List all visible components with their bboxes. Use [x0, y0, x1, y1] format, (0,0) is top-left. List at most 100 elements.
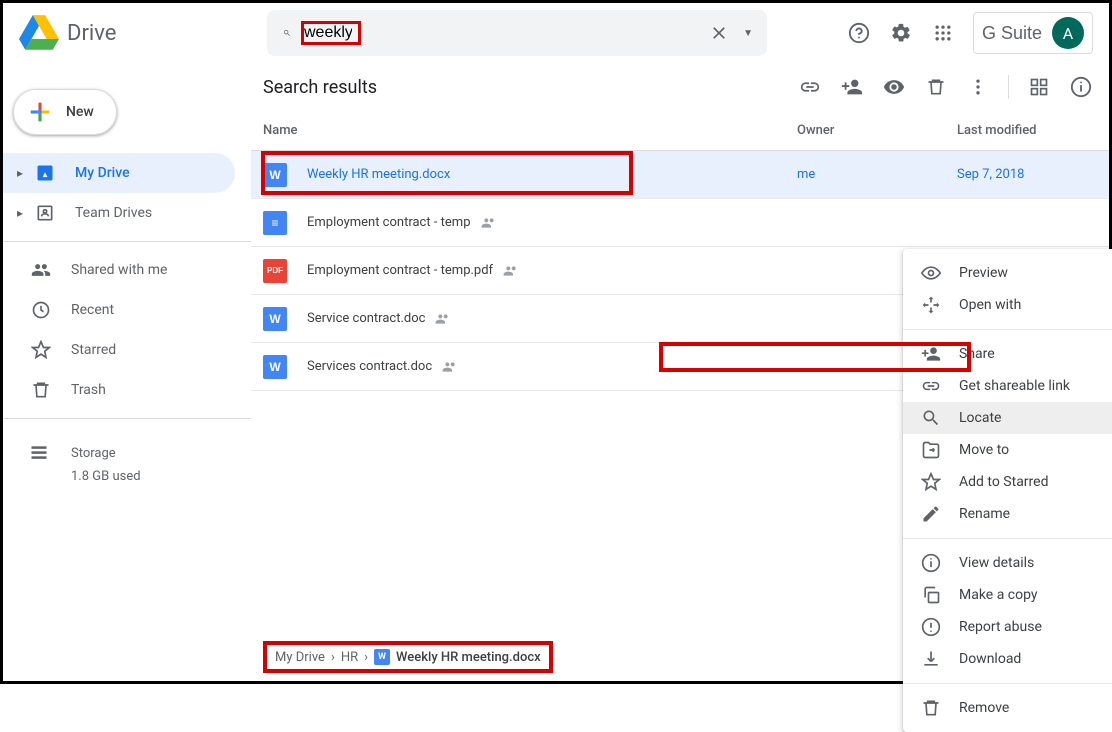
open-with-icon — [919, 295, 943, 315]
apps-icon[interactable] — [931, 21, 955, 45]
get-link-icon[interactable] — [798, 75, 822, 99]
shared-icon — [442, 359, 458, 375]
gsuite-badge[interactable]: G Suite A — [973, 12, 1093, 54]
nav-label: Trash — [71, 382, 106, 398]
menu-report-abuse[interactable]: Report abuse — [903, 611, 1112, 643]
remove-icon[interactable] — [924, 75, 948, 99]
menu-open-with[interactable]: Open with› — [903, 289, 1112, 321]
trash-icon — [919, 698, 943, 718]
shared-icon — [503, 263, 519, 279]
menu-label: Preview — [959, 265, 1008, 281]
search-icon[interactable] — [275, 21, 299, 45]
sidebar-item-starred[interactable]: Starred — [3, 330, 235, 370]
share-icon[interactable] — [840, 75, 864, 99]
caret-icon: ▸ — [17, 166, 29, 180]
clear-search-icon[interactable] — [701, 15, 737, 51]
menu-divider — [903, 329, 1112, 330]
file-row[interactable]: WWeekly HR meeting.docxmeSep 7, 2018 — [251, 151, 1109, 199]
info-icon — [919, 553, 943, 573]
breadcrumb-seg-1[interactable]: HR — [341, 650, 358, 665]
chevron-right-icon: › — [331, 650, 335, 665]
storage-section[interactable]: Storage 1.8 GB used — [3, 427, 251, 484]
preview-icon[interactable] — [882, 75, 906, 99]
col-owner[interactable]: Owner — [797, 123, 957, 138]
header: Drive ▼ G Suite A — [3, 3, 1109, 63]
logo[interactable]: Drive — [19, 13, 267, 53]
nav-label: Team Drives — [75, 205, 152, 221]
view-grid-icon[interactable] — [1027, 75, 1051, 99]
menu-view-details[interactable]: View details — [903, 547, 1112, 579]
word-file-icon: W — [263, 163, 287, 187]
col-modified[interactable]: Last modified — [957, 123, 1097, 138]
menu-rename[interactable]: Rename — [903, 498, 1112, 530]
more-icon[interactable] — [966, 75, 990, 99]
menu-label: Rename — [959, 506, 1010, 522]
settings-icon[interactable] — [889, 21, 913, 45]
avatar[interactable]: A — [1052, 17, 1084, 49]
menu-locate[interactable]: Locate — [903, 402, 1112, 434]
menu-share[interactable]: Share — [903, 338, 1112, 370]
file-row[interactable]: ≡Employment contract - temp — [251, 199, 1109, 247]
details-icon[interactable] — [1069, 75, 1093, 99]
star-icon — [29, 340, 53, 360]
menu-label: Open with — [959, 297, 1021, 313]
pdf-file-icon: PDF — [263, 259, 287, 283]
star-icon — [919, 472, 943, 492]
nav-label: Recent — [71, 302, 114, 318]
menu-label: Make a copy — [959, 587, 1038, 603]
nav-label: My Drive — [75, 165, 130, 181]
shared-icon — [435, 311, 451, 327]
search-input[interactable] — [304, 24, 352, 42]
file-name: Employment contract - temp.pdf — [307, 263, 797, 279]
pencil-icon — [919, 504, 943, 524]
shared-icon — [481, 215, 497, 231]
storage-used: 1.8 GB used — [71, 469, 251, 484]
sidebar-item-shared-with-me[interactable]: Shared with me — [3, 250, 235, 290]
menu-get-shareable-link[interactable]: Get shareable link — [903, 370, 1112, 402]
clock-icon — [29, 300, 53, 320]
menu-label: Download — [959, 651, 1021, 667]
menu-add-to-starred[interactable]: Add to Starred — [903, 466, 1112, 498]
plus-icon — [26, 98, 54, 126]
search-options-icon[interactable]: ▼ — [737, 26, 759, 41]
app-name: Drive — [67, 21, 116, 46]
word-file-icon: W — [374, 649, 390, 665]
menu-label: View details — [959, 555, 1034, 571]
menu-move-to[interactable]: Move to — [903, 434, 1112, 466]
file-owner: me — [797, 167, 957, 182]
menu-divider — [903, 538, 1112, 539]
caret-icon: ▸ — [17, 206, 29, 220]
menu-remove[interactable]: Remove — [903, 692, 1112, 724]
sidebar: New ▸ My Drive ▸ Team Drives Shared with me R… — [3, 63, 251, 681]
move-icon — [919, 440, 943, 460]
menu-label: Share — [959, 346, 995, 362]
menu-label: Remove — [959, 700, 1009, 716]
sidebar-item-trash[interactable]: Trash — [3, 370, 235, 410]
report-icon — [919, 617, 943, 637]
download-icon — [919, 649, 943, 669]
doc-file-icon: ≡ — [263, 211, 287, 235]
header-actions: G Suite A — [847, 12, 1093, 54]
trash-icon — [29, 380, 53, 400]
storage-icon — [29, 443, 53, 463]
col-name[interactable]: Name — [263, 123, 797, 138]
new-button[interactable]: New — [13, 89, 117, 135]
storage-label: Storage — [71, 446, 116, 461]
breadcrumb-seg-0[interactable]: My Drive — [275, 650, 325, 665]
main: Search results Name Owner Last modified … — [251, 63, 1109, 681]
menu-make-a-copy[interactable]: Make a copy — [903, 579, 1112, 611]
context-menu: Preview Open with› Share Get shareable link… — [903, 249, 1112, 732]
new-label: New — [66, 104, 94, 120]
menu-preview[interactable]: Preview — [903, 257, 1112, 289]
menu-label: Add to Starred — [959, 474, 1048, 490]
drive-logo-icon — [19, 13, 59, 53]
sidebar-item-recent[interactable]: Recent — [3, 290, 235, 330]
menu-label: Get shareable link — [959, 378, 1070, 394]
sidebar-divider — [3, 241, 251, 242]
sidebar-item-my-drive[interactable]: ▸ My Drive — [3, 153, 235, 193]
menu-download[interactable]: Download — [903, 643, 1112, 675]
help-icon[interactable] — [847, 21, 871, 45]
sidebar-divider — [3, 418, 251, 419]
sidebar-item-team-drives[interactable]: ▸ Team Drives — [3, 193, 235, 233]
gsuite-label: G Suite — [982, 23, 1042, 44]
